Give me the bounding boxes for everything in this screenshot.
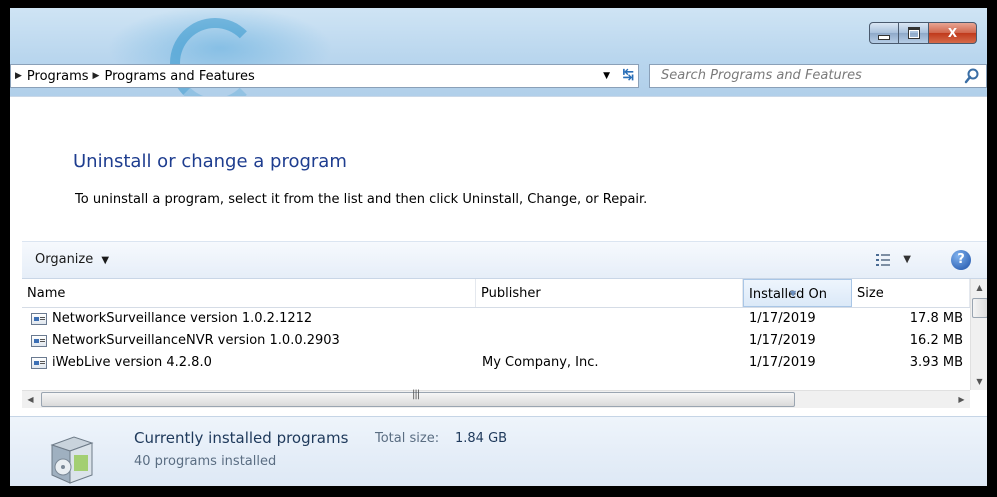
scroll-left-icon[interactable]: ◀ xyxy=(22,391,39,408)
scroll-down-icon[interactable]: ▼ xyxy=(971,373,987,390)
scroll-up-icon[interactable]: ▲ xyxy=(971,279,987,296)
programs-and-features-window: X ▶ Programs ▶ Programs and Features ▼ ↹… xyxy=(10,8,987,486)
column-header-size[interactable]: Size xyxy=(852,279,970,307)
organize-button[interactable]: Organize ▼ xyxy=(35,252,109,267)
sort-indicator-icon: ▼ xyxy=(790,289,797,298)
scroll-right-icon[interactable]: ▶ xyxy=(953,391,970,408)
table-row[interactable]: NetworkSurveillance version 1.0.2.1212 1… xyxy=(22,308,970,330)
column-header-publisher[interactable]: Publisher xyxy=(476,279,743,307)
column-header-row: Name Publisher ▼ Installed On Size xyxy=(22,279,970,308)
minimize-icon xyxy=(878,34,890,40)
program-installed-on: 1/17/2019 xyxy=(749,355,816,370)
windows-orb-icon xyxy=(170,18,260,108)
organize-label: Organize xyxy=(35,252,94,267)
title-bar: X xyxy=(10,8,987,108)
programs-list[interactable]: Name Publisher ▼ Installed On Size Netwo… xyxy=(22,279,987,416)
program-size: 17.8 MB xyxy=(909,311,963,326)
vertical-scroll-thumb[interactable] xyxy=(972,298,987,318)
scroll-grip-icon: ||| xyxy=(412,389,420,400)
software-box-icon xyxy=(50,436,94,484)
page-instructions: To uninstall a program, select it from t… xyxy=(75,192,648,207)
chevron-down-icon: ▼ xyxy=(101,255,110,266)
breadcrumb-programs-and-features[interactable]: Programs and Features xyxy=(104,69,254,84)
program-publisher: My Company, Inc. xyxy=(482,355,599,370)
program-icon xyxy=(31,313,47,325)
program-name: NetworkSurveillanceNVR version 1.0.0.290… xyxy=(52,333,340,348)
column-header-installed-on-label: Installed On xyxy=(749,287,827,302)
maximize-icon xyxy=(907,27,920,39)
maximize-button[interactable] xyxy=(899,22,929,44)
command-bar: Organize ▼ ▼ ? xyxy=(22,241,987,279)
total-size-value: 1.84 GB xyxy=(455,431,508,446)
page-title: Uninstall or change a program xyxy=(73,151,347,172)
program-count: 40 programs installed xyxy=(134,454,277,469)
breadcrumb-arrow-icon[interactable]: ▶ xyxy=(15,71,22,81)
address-bar[interactable]: ▶ Programs ▶ Programs and Features ▼ ↹ xyxy=(10,64,639,88)
column-header-name[interactable]: Name xyxy=(22,279,476,307)
main-content: Uninstall or change a program To uninsta… xyxy=(10,96,987,486)
horizontal-scroll-thumb[interactable]: ||| xyxy=(41,389,795,407)
breadcrumb-arrow-icon[interactable]: ▶ xyxy=(93,71,100,81)
column-header-installed-on[interactable]: ▼ Installed On xyxy=(743,279,852,307)
program-size: 3.93 MB xyxy=(909,355,963,370)
program-installed-on: 1/17/2019 xyxy=(749,311,816,326)
vertical-scrollbar[interactable]: ▲ ▼ xyxy=(970,279,987,390)
close-button[interactable]: X xyxy=(929,22,977,44)
chevron-down-icon[interactable]: ▼ xyxy=(603,71,610,81)
refresh-icon[interactable]: ↹ xyxy=(622,67,634,83)
program-installed-on: 1/17/2019 xyxy=(749,333,816,348)
view-options-chevron-icon[interactable]: ▼ xyxy=(903,254,911,265)
table-row[interactable]: iWebLive version 4.2.8.0 My Company, Inc… xyxy=(22,352,970,374)
horizontal-scrollbar[interactable]: ◀ ||| ▶ xyxy=(22,389,970,408)
table-row[interactable]: NetworkSurveillanceNVR version 1.0.0.290… xyxy=(22,330,970,352)
program-icon xyxy=(31,335,47,347)
caption-buttons: X xyxy=(869,22,977,44)
details-pane: Currently installed programs Total size:… xyxy=(10,416,987,486)
program-icon xyxy=(31,357,47,369)
breadcrumb-programs[interactable]: Programs xyxy=(27,69,89,84)
view-details-icon[interactable] xyxy=(875,252,891,268)
search-placeholder: Search Programs and Features xyxy=(661,68,862,83)
program-size: 16.2 MB xyxy=(909,333,963,348)
program-name: NetworkSurveillance version 1.0.2.1212 xyxy=(52,311,313,326)
total-size-label: Total size: xyxy=(375,431,440,446)
help-icon[interactable]: ? xyxy=(951,250,971,270)
program-name: iWebLive version 4.2.8.0 xyxy=(52,355,212,370)
search-icon[interactable] xyxy=(964,67,980,85)
minimize-button[interactable] xyxy=(869,22,899,44)
search-input[interactable]: Search Programs and Features xyxy=(649,64,987,88)
details-title: Currently installed programs xyxy=(134,429,349,447)
